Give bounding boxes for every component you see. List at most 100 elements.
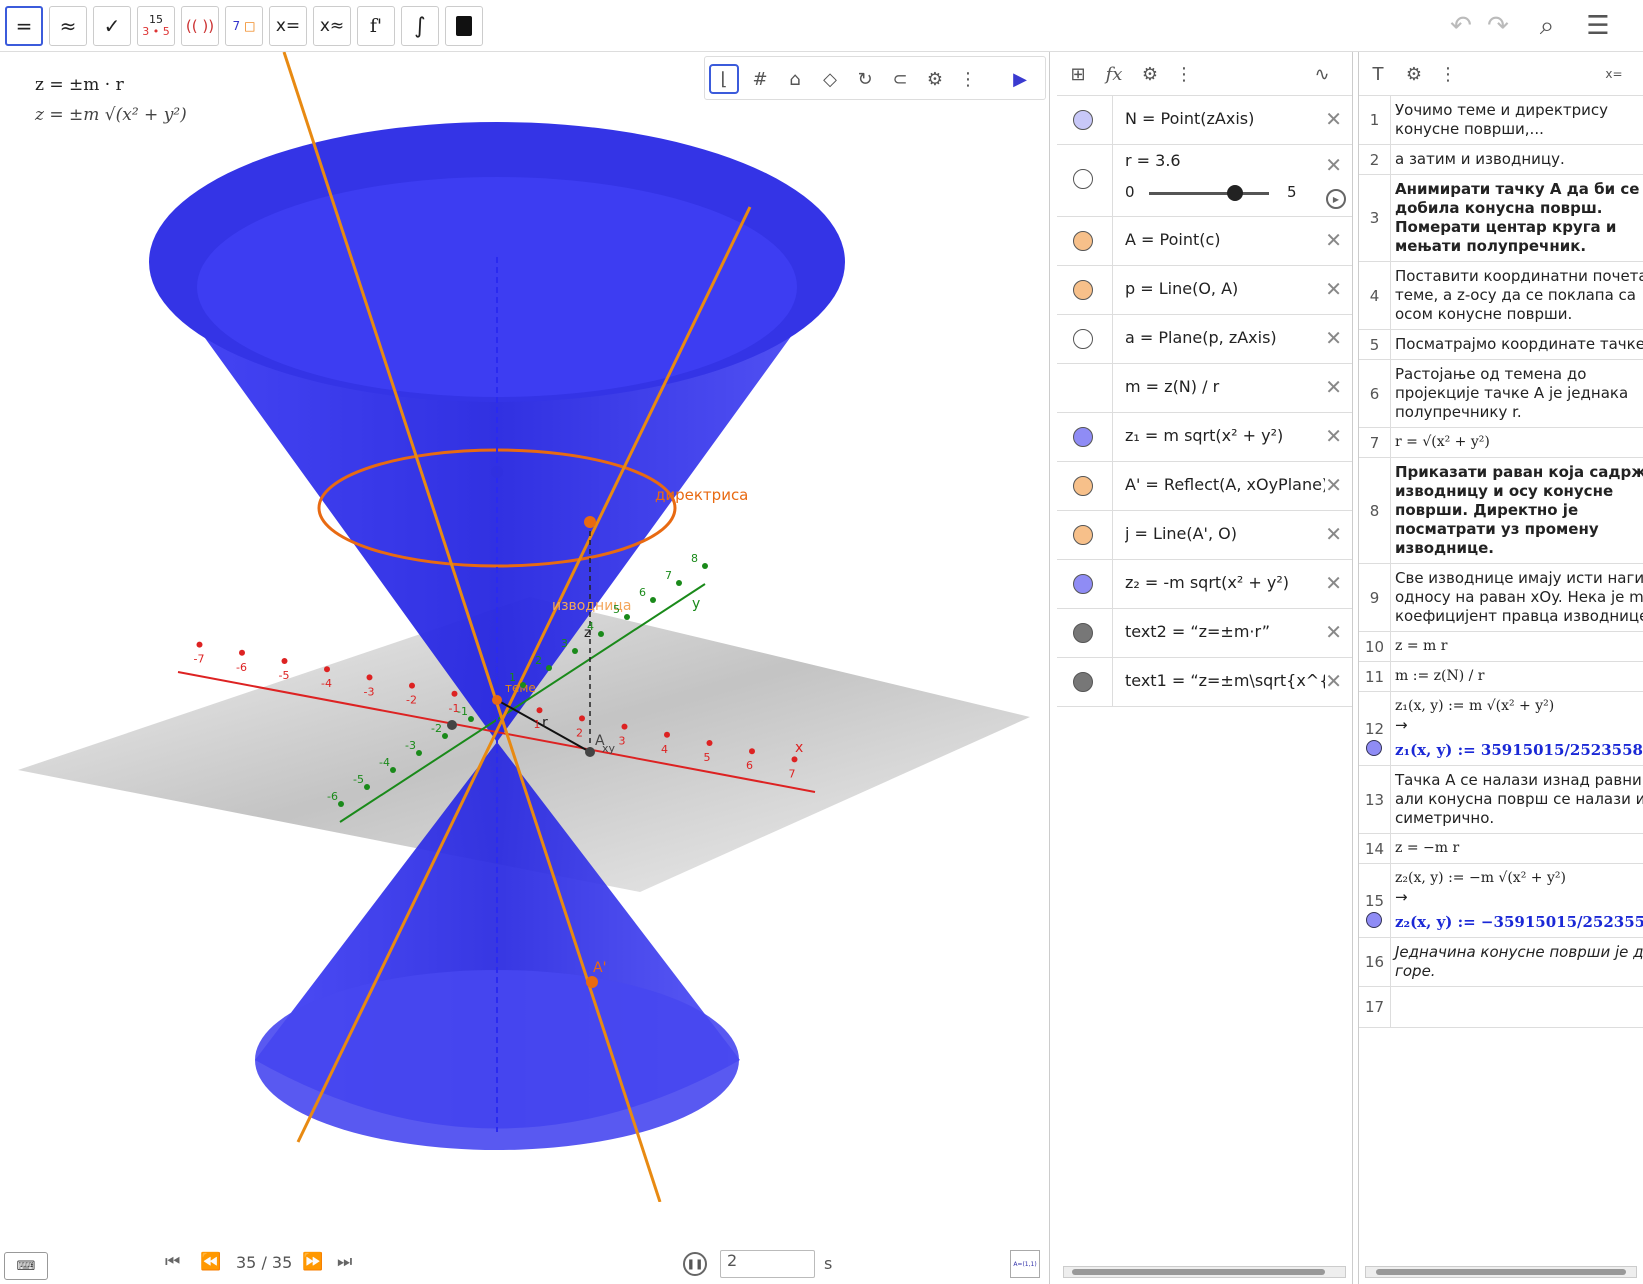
axes-toggle-icon[interactable]: ⌊ bbox=[709, 64, 739, 94]
cas-row[interactable]: 7r = √(x² + y²) bbox=[1359, 428, 1643, 458]
cas-row[interactable]: 10 z = m r bbox=[1359, 632, 1643, 662]
cas-row[interactable]: 15 z₂(x, y) := −m √(x² + y²) → z₂(x, y) := … bbox=[1359, 864, 1643, 938]
graphics-3d-view[interactable]: директриса изводница теме A' A xy z r x … bbox=[0, 52, 1050, 1284]
grid-toggle-icon[interactable]: # bbox=[745, 64, 775, 94]
algebra-row[interactable]: A' = Reflect(A, xOyPlane) ✕ bbox=[1057, 462, 1352, 511]
cas-cell[interactable]: Једначина конусне површи је датагоре. bbox=[1395, 938, 1643, 986]
last-slide-icon[interactable]: ⏭ bbox=[337, 1252, 352, 1272]
algebra-expression[interactable]: text1 = “z=±m\sqrt{x^{2}+y bbox=[1125, 671, 1325, 690]
algebra-expression[interactable]: A' = Reflect(A, xOyPlane) bbox=[1125, 475, 1325, 494]
cas-cell[interactable]: z₂(x, y) := −m √(x² + y²) → z₂(x, y) := −3… bbox=[1395, 864, 1643, 937]
cas-row[interactable]: 12 z₁(x, y) := m √(x² + y²) → z₁(x, y) := 3… bbox=[1359, 692, 1643, 766]
cas-view-menu-icon[interactable]: x= bbox=[1599, 59, 1629, 89]
cube-icon[interactable]: ◇ bbox=[815, 64, 845, 94]
cas-row[interactable]: 16Једначина конусне површи је датагоре. bbox=[1359, 938, 1643, 987]
cas-scroll-thumb[interactable] bbox=[1376, 1269, 1626, 1275]
cas-cell[interactable]: r = √(x² + y²) bbox=[1395, 428, 1643, 457]
algebra-expression[interactable]: m = z(N) / r bbox=[1125, 377, 1325, 396]
cas-row[interactable]: 9 Све изводнице имају исти нагиб у односу … bbox=[1359, 564, 1643, 632]
visibility-toggle[interactable] bbox=[1073, 623, 1093, 643]
algebra-row[interactable]: r = 3.6 ✕ 0 5 ▶ bbox=[1057, 145, 1352, 217]
algebra-expression[interactable]: N = Point(zAxis) bbox=[1125, 109, 1325, 128]
delete-icon[interactable]: ✕ bbox=[1325, 326, 1342, 350]
algebra-row[interactable]: A = Point(c) ✕ bbox=[1057, 217, 1352, 266]
solve-button[interactable]: x= bbox=[269, 6, 307, 46]
cas-cell[interactable] bbox=[1395, 987, 1643, 1027]
cas-settings-icon[interactable]: ⚙ bbox=[1399, 59, 1429, 89]
delete-icon[interactable]: ✕ bbox=[1325, 153, 1342, 177]
algebra-expression[interactable]: p = Line(O, A) bbox=[1125, 279, 1325, 298]
home-icon[interactable]: ⌂ bbox=[780, 64, 810, 94]
visibility-toggle[interactable] bbox=[1073, 169, 1093, 189]
algebra-view-menu-icon[interactable]: ∿ bbox=[1307, 59, 1337, 89]
algebra-expression[interactable]: z₂ = -m sqrt(x² + y²) bbox=[1125, 573, 1325, 592]
cas-row[interactable]: 1 Уочимо теме и директрису конусне површи,… bbox=[1359, 96, 1643, 145]
point-a-prime[interactable] bbox=[586, 976, 598, 988]
visibility-toggle[interactable] bbox=[1073, 329, 1093, 349]
cas-cell[interactable]: Анимирати тачку А да би се добила конусна… bbox=[1395, 175, 1643, 261]
visibility-toggle[interactable] bbox=[1073, 525, 1093, 545]
cas-row[interactable]: 11 m := z(N) / r bbox=[1359, 662, 1643, 692]
cas-cell[interactable]: z = m r bbox=[1395, 632, 1643, 661]
keep-input-button[interactable]: ✓ bbox=[93, 6, 131, 46]
visibility-toggle[interactable] bbox=[1073, 476, 1093, 496]
algebra-row[interactable]: m = z(N) / r ✕ bbox=[1057, 364, 1352, 413]
delete-icon[interactable]: ✕ bbox=[1325, 277, 1342, 301]
algebra-scrollbar[interactable] bbox=[1063, 1266, 1346, 1278]
integral-button[interactable]: ∫ bbox=[401, 6, 439, 46]
redo-icon[interactable]: ↷ bbox=[1480, 8, 1516, 44]
visibility-toggle[interactable] bbox=[1073, 110, 1093, 130]
delete-icon[interactable]: ✕ bbox=[1325, 375, 1342, 399]
algebra-row[interactable]: text1 = “z=±m\sqrt{x^{2}+y✕ bbox=[1057, 658, 1352, 707]
visibility-toggle[interactable] bbox=[1073, 672, 1093, 692]
cas-row[interactable]: 4 Поставити координатни почетак у теме, а … bbox=[1359, 262, 1643, 330]
view-menu-icon[interactable]: ▶ bbox=[1005, 64, 1035, 94]
settings-icon[interactable]: ⚙ bbox=[920, 64, 950, 94]
point-vertex[interactable] bbox=[492, 695, 502, 705]
cas-row[interactable]: 17 bbox=[1359, 987, 1643, 1028]
visibility-toggle[interactable] bbox=[1073, 231, 1093, 251]
cas-row[interactable]: 3 Анимирати тачку А да би се добила конусн… bbox=[1359, 175, 1643, 262]
cas-row[interactable]: 6 Растојање од темена до пројекције тачке … bbox=[1359, 360, 1643, 428]
projection-icon[interactable]: ⊂ bbox=[885, 64, 915, 94]
delete-icon[interactable]: ✕ bbox=[1325, 107, 1342, 131]
algebra-row[interactable]: j = Line(A', O) ✕ bbox=[1057, 511, 1352, 560]
more-icon[interactable]: ⋮ bbox=[953, 64, 983, 94]
visibility-toggle[interactable] bbox=[1073, 280, 1093, 300]
time-input[interactable]: 2 bbox=[720, 1250, 815, 1278]
cas-cell[interactable]: m := z(N) / r bbox=[1395, 662, 1643, 691]
factor-button[interactable]: 15 3 • 5 bbox=[137, 6, 175, 46]
rotate-icon[interactable]: ↻ bbox=[850, 64, 880, 94]
algebra-row[interactable]: z₂ = -m sqrt(x² + y²) ✕ bbox=[1057, 560, 1352, 609]
cas-visibility-toggle[interactable] bbox=[1366, 740, 1382, 756]
delete-icon[interactable]: ✕ bbox=[1325, 669, 1342, 693]
cas-cell[interactable]: z₁(x, y) := m √(x² + y²) → z₁(x, y) := 359… bbox=[1395, 692, 1643, 765]
play-icon[interactable]: ▶ bbox=[1326, 189, 1346, 209]
point-minus[interactable] bbox=[447, 720, 457, 730]
algebra-expression[interactable]: text2 = “z=±m·r” bbox=[1125, 622, 1325, 641]
function-icon[interactable]: fx bbox=[1099, 59, 1129, 89]
text-style-icon[interactable]: T bbox=[1363, 59, 1393, 89]
cas-cell[interactable]: Посматрајмо координате тачке А bbox=[1395, 330, 1643, 359]
cas-more-icon[interactable]: ⋮ bbox=[1433, 59, 1463, 89]
algebra-expression[interactable]: z₁ = m sqrt(x² + y²) bbox=[1125, 426, 1325, 445]
algebra-row[interactable]: text2 = “z=±m·r” ✕ bbox=[1057, 609, 1352, 658]
algebra-settings-icon[interactable]: ⚙ bbox=[1135, 59, 1165, 89]
menu-icon[interactable]: ☰ bbox=[1580, 8, 1616, 44]
pause-icon[interactable]: ❚❚ bbox=[683, 1252, 707, 1276]
cas-cell[interactable]: Приказати раван која садржи изводницу и о… bbox=[1395, 458, 1643, 563]
cas-scrollbar[interactable] bbox=[1365, 1266, 1637, 1278]
search-icon[interactable]: ⌕ bbox=[1529, 8, 1565, 44]
previous-slide-icon[interactable]: ⏪ bbox=[200, 1252, 221, 1272]
keyboard-icon[interactable]: ⌨ bbox=[4, 1252, 48, 1280]
algebra-row[interactable]: p = Line(O, A) ✕ bbox=[1057, 266, 1352, 315]
table-view-icon[interactable]: A=(1,1) bbox=[1010, 1250, 1040, 1278]
numeric-button[interactable]: ≈ bbox=[49, 6, 87, 46]
graphics-canvas[interactable]: директриса изводница теме A' A xy z r x … bbox=[0, 52, 1050, 1202]
algebra-row[interactable]: a = Plane(p, zAxis) ✕ bbox=[1057, 315, 1352, 364]
next-slide-icon[interactable]: ⏩ bbox=[302, 1252, 323, 1272]
algebra-scroll-thumb[interactable] bbox=[1072, 1269, 1325, 1275]
delete-icon[interactable]: ✕ bbox=[1325, 228, 1342, 252]
visibility-toggle[interactable] bbox=[1073, 427, 1093, 447]
algebra-expression[interactable]: j = Line(A', O) bbox=[1125, 524, 1325, 543]
